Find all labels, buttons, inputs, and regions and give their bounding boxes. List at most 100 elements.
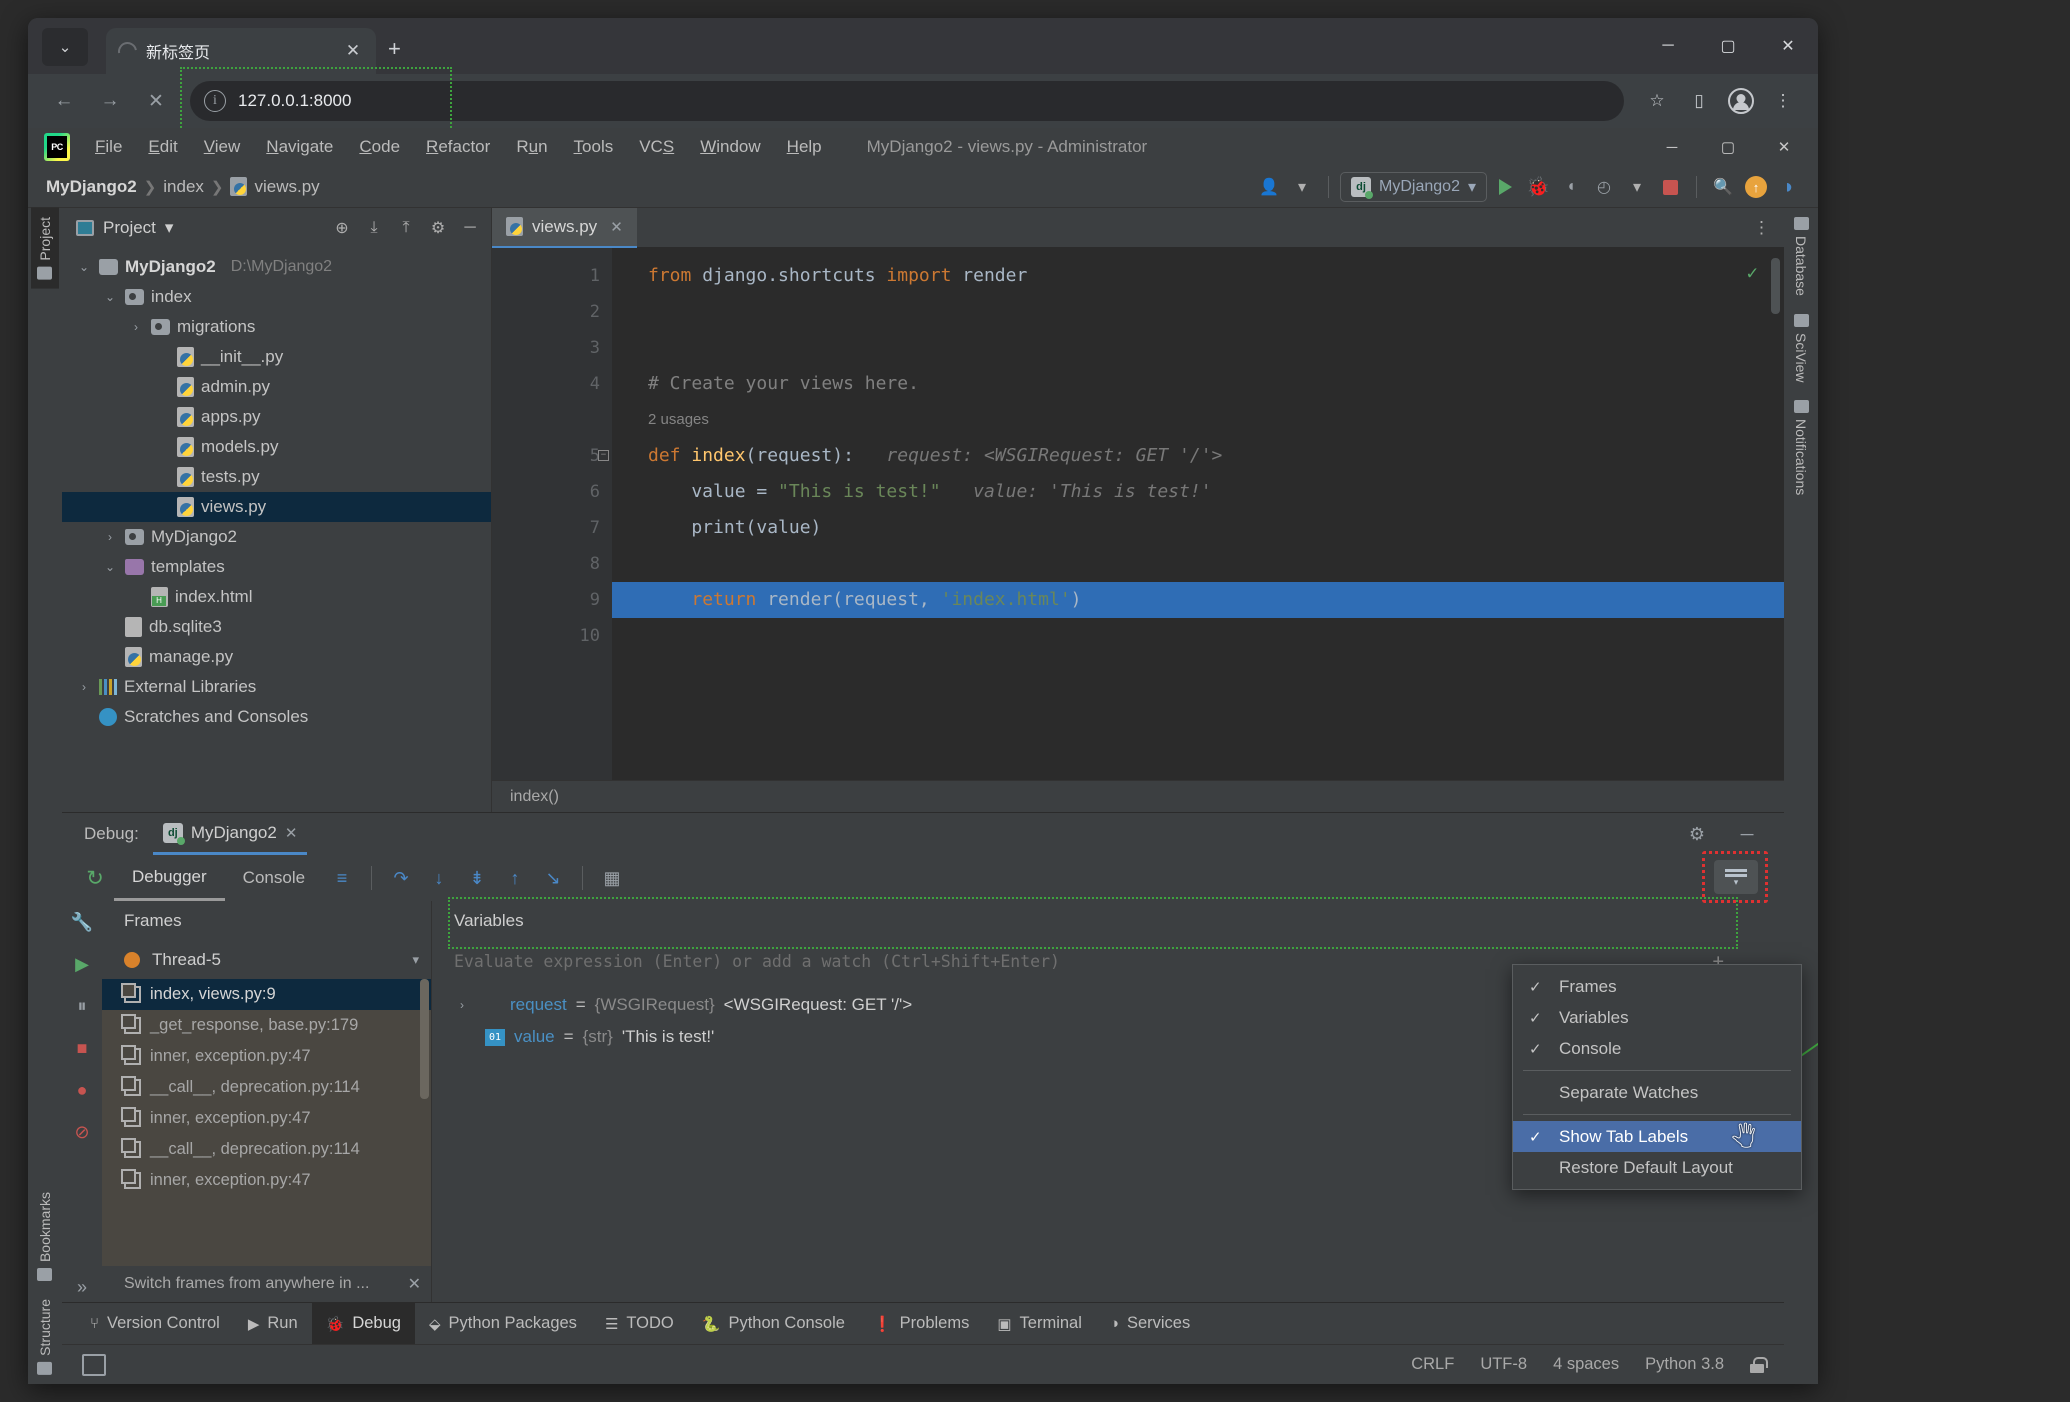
context-menu-item[interactable]: ✓ Variables	[1513, 1002, 1801, 1033]
stop-button[interactable]	[1655, 172, 1685, 202]
code-line[interactable]	[612, 294, 1784, 330]
sidebar-item-sciview[interactable]: SciView	[1787, 305, 1815, 392]
sidebar-item-project[interactable]: Project	[31, 208, 59, 289]
tool-window-button[interactable]: ◑ Services	[1096, 1303, 1204, 1345]
ide-minimize-button[interactable]: ─	[1644, 128, 1700, 166]
indent-status[interactable]: 4 spaces	[1553, 1355, 1619, 1374]
editor-scrollbar[interactable]	[1771, 258, 1780, 770]
expand-side-rail-icon[interactable]: »	[67, 1272, 97, 1302]
bookmark-star-icon[interactable]: ☆	[1638, 82, 1676, 120]
debug-session-tab[interactable]: dj MyDjango2 ✕	[152, 813, 308, 855]
tree-node[interactable]: apps.py	[62, 402, 491, 432]
frame-item[interactable]: index, views.py:9	[102, 979, 431, 1010]
context-menu-item[interactable]: ✓ Show Tab Labels	[1513, 1121, 1801, 1152]
code-line[interactable]	[612, 618, 1784, 654]
breadcrumb-package[interactable]: index	[163, 177, 204, 197]
sidebar-item-bookmarks[interactable]: Bookmarks	[31, 1183, 59, 1290]
locate-file-icon[interactable]: ⊕	[329, 215, 355, 241]
code-line[interactable]: # Create your views here.	[612, 366, 1784, 402]
profile-dropdown-icon[interactable]: ▾	[1622, 172, 1652, 202]
debug-settings-wrench-icon[interactable]: 🔧	[67, 907, 97, 937]
frame-item[interactable]: __call__, deprecation.py:114	[102, 1072, 431, 1103]
tool-window-button[interactable]: ⑂ Version Control	[76, 1303, 234, 1345]
browser-maximize-button[interactable]: ▢	[1698, 18, 1758, 74]
tab-close-icon[interactable]: ✕	[342, 41, 364, 61]
tree-expand-arrow-icon[interactable]: ⌄	[102, 290, 118, 304]
context-menu-item[interactable]: Separate Watches	[1513, 1077, 1801, 1108]
resume-program-icon[interactable]: ▶	[67, 949, 97, 979]
profile-avatar-icon[interactable]	[1722, 82, 1760, 120]
debug-hide-icon[interactable]: ─	[1728, 815, 1766, 853]
project-settings-gear-icon[interactable]: ⚙	[425, 215, 451, 241]
back-button[interactable]: ←	[44, 81, 84, 121]
tree-node[interactable]: ⌄ templates	[62, 552, 491, 582]
context-menu-item[interactable]: ✓ Frames	[1513, 971, 1801, 1002]
frame-item[interactable]: __call__, deprecation.py:114	[102, 1134, 431, 1165]
menu-help[interactable]: Help	[774, 133, 835, 161]
tree-expand-arrow-icon[interactable]: ›	[128, 320, 144, 334]
browser-menu-icon[interactable]: ⋮	[1764, 82, 1802, 120]
code-line[interactable]: from django.shortcuts import render	[612, 258, 1784, 294]
line-number[interactable]: 3	[492, 330, 612, 366]
step-out-icon[interactable]: ↑	[496, 859, 534, 897]
layout-context-menu[interactable]: ✓ Frames ✓ Variables ✓ Console Separate Watche…	[1512, 964, 1802, 1190]
menu-edit[interactable]: Edit	[135, 133, 190, 161]
tree-node[interactable]: ⌄ MyDjango2 D:\MyDjango2	[62, 252, 491, 282]
tree-expand-arrow-icon[interactable]: ⌄	[76, 260, 92, 274]
forward-button[interactable]: →	[90, 81, 130, 121]
variable-expand-icon[interactable]: ›	[460, 998, 476, 1012]
stop-button[interactable]: ✕	[136, 81, 176, 121]
menu-file[interactable]: File	[82, 133, 135, 161]
split-view-icon[interactable]: ▯	[1680, 82, 1718, 120]
collapse-all-icon[interactable]: ⤒	[393, 215, 419, 241]
tool-window-button[interactable]: 🐞 Debug	[311, 1302, 415, 1345]
lock-icon[interactable]	[1750, 1356, 1768, 1373]
mute-breakpoints-side-icon[interactable]: ⊘	[67, 1117, 97, 1147]
editor-tab-close-icon[interactable]: ✕	[610, 218, 623, 236]
line-separator-status[interactable]: CRLF	[1411, 1355, 1454, 1374]
tree-node[interactable]: views.py	[62, 492, 491, 522]
line-number[interactable]: 7	[492, 510, 612, 546]
tree-node[interactable]: › migrations	[62, 312, 491, 342]
code-line[interactable]: print(value)	[612, 510, 1784, 546]
debug-session-close-icon[interactable]: ✕	[285, 824, 298, 842]
editor-options-icon[interactable]: ⋮	[1753, 218, 1770, 238]
context-menu-item[interactable]: ✓ Console	[1513, 1033, 1801, 1064]
code-fold-icon[interactable]: −	[598, 450, 609, 461]
tree-node[interactable]: tests.py	[62, 462, 491, 492]
menu-refactor[interactable]: Refactor	[413, 133, 503, 161]
code-line[interactable]	[612, 546, 1784, 582]
frames-footer-close-icon[interactable]: ✕	[408, 1274, 421, 1294]
code-line[interactable]: def index(request): request: <WSGIReques…	[598, 438, 1784, 474]
tab-debugger[interactable]: Debugger	[114, 855, 225, 901]
frame-item[interactable]: inner, exception.py:47	[102, 1041, 431, 1072]
tree-expand-arrow-icon[interactable]: ›	[102, 530, 118, 544]
run-to-cursor-icon[interactable]: ↘	[534, 859, 572, 897]
line-number[interactable]: 8	[492, 546, 612, 582]
thread-dropdown-icon[interactable]: ▾	[412, 952, 419, 968]
ide-maximize-button[interactable]: ▢	[1700, 128, 1756, 166]
frames-scrollbar[interactable]	[420, 979, 429, 1099]
context-menu-item[interactable]: Restore Default Layout	[1513, 1152, 1801, 1183]
breadcrumb-project[interactable]: MyDjango2	[46, 177, 137, 197]
frame-item[interactable]: inner, exception.py:47	[102, 1165, 431, 1196]
profile-button[interactable]: ◴	[1589, 172, 1619, 202]
tree-node[interactable]: Scratches and Consoles	[62, 702, 491, 732]
hide-panel-icon[interactable]: ─	[457, 215, 483, 241]
code-line[interactable]	[612, 330, 1784, 366]
menu-tools[interactable]: Tools	[561, 133, 627, 161]
line-number[interactable]: 6	[492, 474, 612, 510]
tree-node[interactable]: __init__.py	[62, 342, 491, 372]
update-project-icon[interactable]: ↑	[1741, 172, 1771, 202]
step-into-icon[interactable]: ↓	[420, 859, 458, 897]
line-number[interactable]: 9	[492, 582, 660, 618]
ide-close-button[interactable]: ✕	[1756, 128, 1812, 166]
code-line[interactable]: return render(request, 'index.html')	[612, 582, 1784, 618]
expand-all-icon[interactable]: ⤓	[361, 215, 387, 241]
browser-close-button[interactable]: ✕	[1758, 18, 1818, 74]
editor-code-lines[interactable]: from django.shortcuts import render # Cre…	[598, 248, 1784, 780]
line-number[interactable]: 1	[492, 258, 612, 294]
thread-selector[interactable]: Thread-5 ▾	[102, 941, 431, 979]
menu-navigate[interactable]: Navigate	[253, 133, 346, 161]
tree-node[interactable]: ⌄ index	[62, 282, 491, 312]
